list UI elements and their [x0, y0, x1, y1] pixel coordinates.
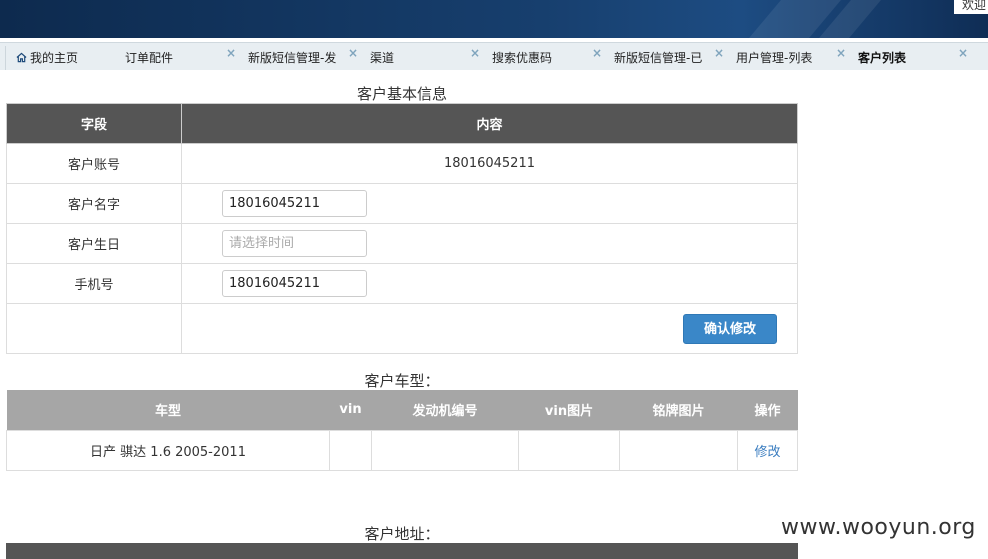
name-label: 客户名字: [6, 183, 182, 224]
address-title: 客户地址：: [364, 525, 440, 543]
welcome-text: 欢迎: [953, 0, 988, 14]
tab-label: 新版短信管理-发: [248, 51, 337, 65]
tab-bar: 我的主页 订单配件 × 新版短信管理-发 × 渠道 × 搜索优惠码 × 新版短信…: [0, 42, 988, 71]
table-row: 客户名字: [6, 183, 798, 224]
watermark-text: www.wooyun.org: [781, 515, 976, 540]
empty-cell: [6, 303, 182, 354]
tab-label: 用户管理-列表: [736, 51, 813, 65]
close-icon[interactable]: ×: [836, 47, 846, 59]
close-icon[interactable]: ×: [958, 47, 968, 59]
table-header-row: 车型 vin 发动机编号 vin图片 铭牌图片 操作: [6, 390, 798, 430]
tab-sms-sent[interactable]: 新版短信管理-已: [614, 47, 702, 71]
engine-cell: [371, 429, 519, 471]
birthday-label: 客户生日: [6, 223, 182, 264]
account-value: 18016045211: [181, 143, 798, 184]
tab-search-coupon[interactable]: 搜索优惠码: [492, 47, 552, 71]
button-cell: 确认修改: [181, 303, 798, 354]
tab-label: 订单配件: [125, 51, 174, 65]
plate-image-cell: [619, 429, 738, 471]
phone-cell: [181, 263, 798, 304]
table-header-row: 字段 内容: [6, 103, 798, 144]
birthday-cell: [181, 223, 798, 264]
home-icon: [16, 52, 27, 63]
close-icon[interactable]: ×: [226, 47, 236, 59]
car-models-table: 车型 vin 发动机编号 vin图片 铭牌图片 操作 日产 骐达 1.6 200…: [6, 390, 798, 471]
address-table-header: [6, 543, 798, 559]
basic-info-table: 字段 内容 客户账号 18016045211 客户名字 客户生日 手机号: [6, 103, 798, 354]
confirm-edit-button[interactable]: 确认修改: [683, 313, 777, 344]
vin-cell: [329, 429, 372, 471]
action-cell: 修改: [737, 429, 798, 471]
basic-info-title: 客户基本信息: [356, 85, 447, 103]
column-header-engine: 发动机编号: [371, 390, 519, 430]
vin-image-cell: [518, 429, 620, 471]
tab-divider: [5, 46, 6, 71]
tab-order-parts[interactable]: 订单配件: [125, 47, 173, 71]
phone-input[interactable]: [222, 270, 367, 297]
column-header-vin-image: vin图片: [518, 390, 620, 430]
tab-customer-list[interactable]: 客户列表: [858, 47, 906, 71]
name-cell: [181, 183, 798, 224]
birthday-date-input[interactable]: [222, 230, 367, 257]
tab-label: 搜索优惠码: [492, 51, 553, 65]
customer-name-input[interactable]: [222, 190, 367, 217]
tab-label: 我的主页: [30, 51, 79, 65]
column-header-plate-image: 铭牌图片: [619, 390, 738, 430]
table-row: 日产 骐达 1.6 2005-2011 修改: [6, 429, 798, 471]
column-header-model: 车型: [6, 390, 330, 430]
close-icon[interactable]: ×: [592, 47, 602, 59]
tab-sms-send[interactable]: 新版短信管理-发: [248, 47, 336, 71]
tab-label: 渠道: [370, 51, 395, 65]
phone-label: 手机号: [6, 263, 182, 304]
car-model-cell: 日产 骐达 1.6 2005-2011: [6, 429, 330, 471]
table-row: 客户账号 18016045211: [6, 143, 798, 184]
table-row: 手机号: [6, 263, 798, 304]
column-header-field: 字段: [6, 103, 182, 144]
column-header-vin: vin: [329, 390, 372, 430]
tab-label: 客户列表: [858, 51, 907, 65]
close-icon[interactable]: ×: [348, 47, 358, 59]
close-icon[interactable]: ×: [714, 47, 724, 59]
table-row: 客户生日: [6, 223, 798, 264]
close-icon[interactable]: ×: [470, 47, 480, 59]
tab-channel[interactable]: 渠道: [370, 47, 394, 71]
car-models-title: 客户车型：: [364, 372, 440, 390]
tab-home[interactable]: 我的主页: [16, 47, 78, 71]
account-label: 客户账号: [6, 143, 182, 184]
edit-car-link[interactable]: 修改: [754, 445, 780, 460]
tab-label: 新版短信管理-已: [614, 51, 703, 65]
column-header-content: 内容: [181, 103, 798, 144]
table-row: 确认修改: [6, 303, 798, 354]
top-banner: 欢迎: [0, 0, 988, 38]
column-header-action: 操作: [737, 390, 798, 430]
tab-user-list[interactable]: 用户管理-列表: [736, 47, 812, 71]
